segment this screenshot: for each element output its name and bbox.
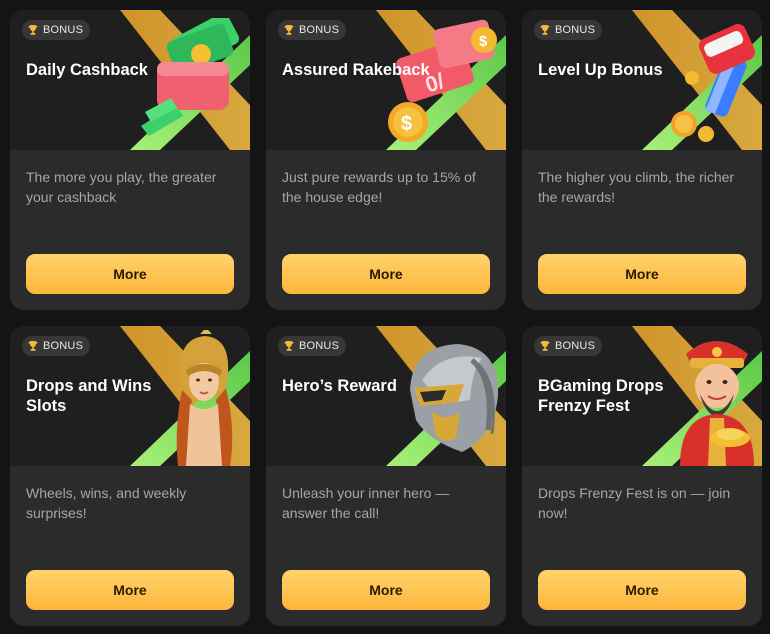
more-button[interactable]: More — [282, 570, 490, 610]
promo-description: The more you play, the greater your cash… — [26, 169, 217, 205]
promo-description: Drops Frenzy Fest is on — join now! — [538, 485, 731, 521]
trophy-icon — [284, 25, 294, 35]
promo-card-heros-reward: BONUS Hero’s Reward Unleash your inner h… — [266, 326, 506, 626]
more-button[interactable]: More — [538, 570, 746, 610]
bonus-badge-label: BONUS — [299, 24, 340, 36]
promo-title: BGaming Drops Frenzy Fest — [538, 377, 664, 415]
trophy-icon — [540, 341, 550, 351]
promo-card-drops-and-wins: BONUS Drops and Wins Slots Wheels, wins,… — [10, 326, 250, 626]
bonus-badge: BONUS — [278, 20, 347, 40]
more-button[interactable]: More — [282, 254, 490, 294]
bonus-badge-label: BONUS — [43, 340, 84, 352]
promo-description: Unleash your inner hero — answer the cal… — [282, 485, 450, 521]
promo-title: Daily Cashback — [26, 61, 148, 79]
bonus-badge-label: BONUS — [43, 24, 84, 36]
bonus-badge-label: BONUS — [299, 340, 340, 352]
promo-title: Assured Rakeback — [282, 61, 430, 79]
bonus-badge-label: BONUS — [555, 340, 596, 352]
gift-rocket-icon — [671, 24, 756, 142]
cash-wallet-icon — [141, 18, 240, 136]
bonus-badge: BONUS — [534, 20, 603, 40]
more-button[interactable]: More — [26, 570, 234, 610]
svg-text:$: $ — [479, 33, 488, 50]
more-button[interactable]: More — [26, 254, 234, 294]
promo-description: The higher you climb, the richer the rew… — [538, 169, 735, 205]
trophy-icon — [28, 341, 38, 351]
bonus-badge: BONUS — [22, 336, 91, 356]
trophy-icon — [28, 25, 38, 35]
promo-description: Just pure rewards up to 15% of the house… — [282, 169, 476, 205]
more-button[interactable]: More — [538, 254, 746, 294]
coupon-coins-icon: 0/ $ $ — [388, 19, 497, 142]
hero-helmet-icon — [410, 344, 499, 452]
promo-description: Wheels, wins, and weekly surprises! — [26, 485, 187, 521]
trophy-icon — [284, 341, 294, 351]
bonus-badge: BONUS — [278, 336, 347, 356]
promo-title: Level Up Bonus — [538, 61, 663, 79]
svg-text:$: $ — [401, 113, 412, 135]
promo-title: Hero’s Reward — [282, 377, 397, 395]
bonus-badge: BONUS — [534, 336, 603, 356]
promo-card-bgaming-drops: BONUS BGaming Drops Frenzy Fest Drops Fr… — [522, 326, 762, 626]
bonus-badge: BONUS — [22, 20, 91, 40]
promo-card-assured-rakeback: 0/ $ $ BONUS Assured Rakeback Just pure … — [266, 10, 506, 310]
bonus-badge-label: BONUS — [555, 24, 596, 36]
trophy-icon — [540, 25, 550, 35]
promotions-grid: BONUS Daily Cashback The more you play, … — [0, 0, 770, 634]
promo-card-daily-cashback: BONUS Daily Cashback The more you play, … — [10, 10, 250, 310]
promo-title: Drops and Wins Slots — [26, 377, 152, 415]
promo-card-level-up-bonus: BONUS Level Up Bonus The higher you clim… — [522, 10, 762, 310]
